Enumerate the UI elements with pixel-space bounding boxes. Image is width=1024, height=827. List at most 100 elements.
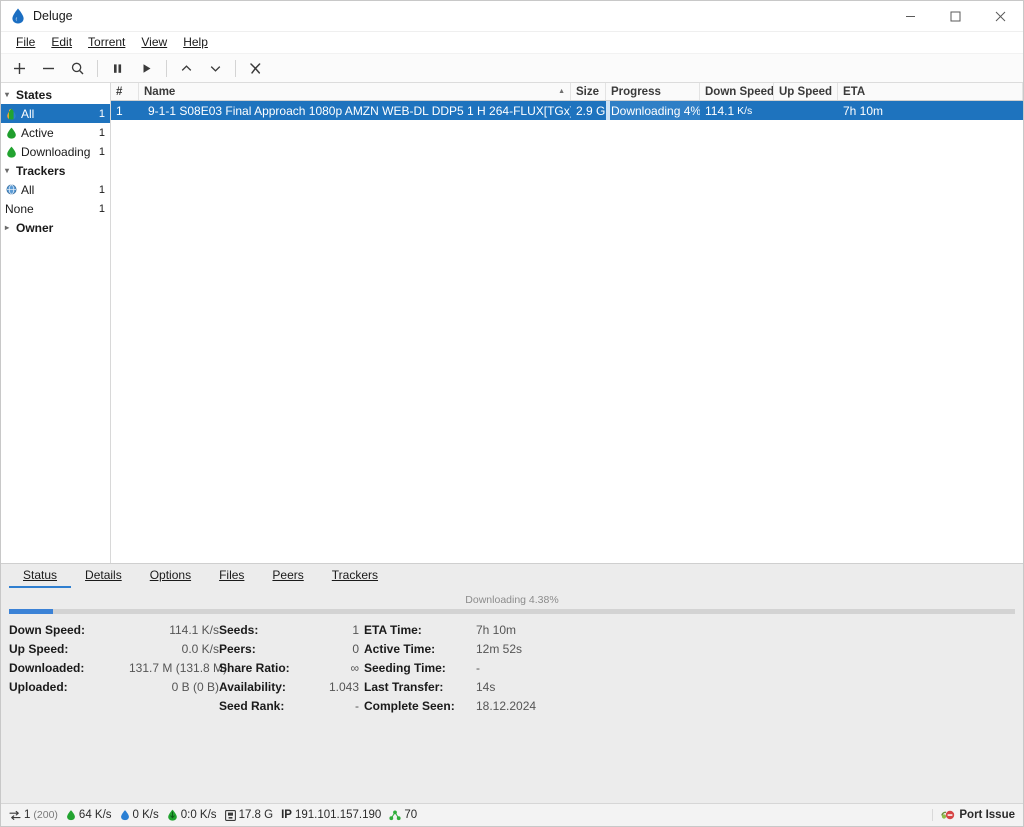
menu-view[interactable]: View [133,33,175,52]
active-droplet-icon [5,126,18,139]
details-progress: Downloading 4.38% [9,594,1015,616]
tab-trackers[interactable]: Trackers [318,565,392,588]
sidebar-item-tracker-none[interactable]: None 1 [1,199,110,218]
status-protocol-traffic[interactable]: 0:0 K/s [165,809,223,821]
value-eta-time: 7h 10m [476,623,517,637]
value-share-ratio: ∞ [350,661,359,675]
status-upload-speed-value: 0 K/s [132,809,159,821]
torrent-list-empty-area[interactable] [111,120,1023,563]
status-free-space-value: 17.8 G [238,809,274,821]
sidebar-group-states[interactable]: ▾ States [1,85,110,104]
protocol-icon [167,809,178,821]
deluge-window: Deluge File Edit Torrent View Help ▾ Sta… [0,0,1024,827]
resume-button[interactable] [132,56,161,81]
status-external-ip-value: 191.101.157.190 [294,809,382,821]
progress-bar-label: Downloading 4% [611,103,700,118]
pause-button[interactable] [103,56,132,81]
column-header-progress[interactable]: Progress [606,83,700,100]
value-availability: 1.043 [328,680,359,694]
menu-help[interactable]: Help [175,33,216,52]
title-bar-left: Deluge [1,8,888,24]
value-seeding-time: - [476,661,480,675]
column-header-num[interactable]: # [111,83,139,100]
torrent-list-header: # Name ▲ Size Progress Down Speed Up Spe… [111,83,1023,101]
torrent-row-eta: 7h 10m [843,103,884,118]
status-connections-max: (200) [33,809,58,821]
search-button[interactable] [63,56,92,81]
status-port-issue[interactable]: Port Issue [932,809,1017,821]
sidebar-group-trackers[interactable]: ▾ Trackers [1,161,110,180]
label-seeds: Seeds: [219,623,259,637]
transfer-column: Down Speed: 114.1 K/s Up Speed: 0.0 K/s … [9,623,227,718]
torrent-row-down-speed: 114.1 K/s [700,101,774,120]
label-uploaded: Uploaded: [9,680,68,694]
status-dht-nodes-value: 70 [404,809,418,821]
globe-icon [5,183,18,196]
deluge-droplet-icon [12,8,24,24]
sidebar-item-tracker-all-count: 1 [98,183,105,196]
expander-states-icon: ▾ [5,89,10,99]
value-last-transfer: 14s [476,680,496,694]
status-external-ip[interactable]: IP 191.101.157.190 [279,809,387,821]
menu-file[interactable]: File [8,33,43,52]
row-last-transfer: Last Transfer: 14s [364,680,552,699]
time-column: ETA Time: 7h 10m Active Time: 12m 52s Se… [364,623,552,718]
torrent-row-progress: Downloading 4% [606,101,700,120]
remove-torrent-button[interactable] [34,56,63,81]
status-tab-content: Downloading 4.38% Down Speed: 114.1 K/s … [1,588,1023,803]
table-row[interactable]: 1 9-1-1 S08E03 Final Approach 1080p AMZN… [111,101,1023,120]
torrent-row-size: 2.9 G [576,103,606,118]
menu-help-label: Help [183,35,208,49]
sidebar-group-owner-label: Owner [16,220,54,235]
column-header-size[interactable]: Size [571,83,606,100]
disk-icon [224,809,236,821]
preferences-button[interactable] [241,56,270,81]
menu-torrent[interactable]: Torrent [80,33,133,52]
status-dht-nodes[interactable]: 70 [387,809,423,821]
torrent-row-up-speed [774,101,838,120]
expander-trackers-icon: ▾ [5,165,10,175]
row-active-time: Active Time: 12m 52s [364,642,552,661]
tab-status[interactable]: Status [9,565,72,588]
queue-up-button[interactable] [172,56,201,81]
row-seeding-time: Seeding Time: - [364,661,552,680]
label-down-speed: Down Speed: [9,623,86,637]
tab-options-label: Options [149,568,192,582]
queue-down-button[interactable] [201,56,230,81]
value-down-speed: 114.1 K/s [169,623,219,637]
sidebar-item-state-downloading[interactable]: Downloading 1 [1,142,110,161]
sidebar-item-tracker-all[interactable]: All 1 [1,180,110,199]
tab-options[interactable]: Options [136,565,205,588]
tab-files[interactable]: Files [205,565,258,588]
value-uploaded: 0 B (0 B) [171,680,219,694]
column-header-name-label: Name [144,85,176,98]
tab-peers[interactable]: Peers [258,565,317,588]
sidebar-item-state-all[interactable]: All 1 [1,104,110,123]
sidebar-group-owner[interactable]: ▸ Owner [1,218,110,237]
close-button[interactable] [978,1,1023,32]
status-free-space[interactable]: 17.8 G [223,809,280,821]
sidebar-item-state-downloading-count: 1 [98,145,105,158]
minimize-button[interactable] [888,1,933,32]
column-header-down-speed[interactable]: Down Speed [700,83,774,100]
main-split: ▾ States All 1 Active 1 Downloading 1 ▾ … [1,83,1023,563]
sidebar-item-state-active[interactable]: Active 1 [1,123,110,142]
column-header-eta[interactable]: ETA [838,83,1023,100]
status-download-speed[interactable]: 64 K/s [64,809,118,821]
row-seed-rank: Seed Rank: - [219,699,359,718]
column-header-name[interactable]: Name ▲ [139,83,571,100]
menu-edit[interactable]: Edit [43,33,80,52]
maximize-button[interactable] [933,1,978,32]
search-icon [71,62,84,74]
status-connections-value: 1 [24,809,31,821]
label-downloaded: Downloaded: [9,661,85,675]
up-droplet-icon [120,809,130,821]
status-upload-speed[interactable]: 0 K/s [118,809,165,821]
connections-icon [9,810,21,821]
status-connections[interactable]: 1 (200) [7,809,64,821]
add-torrent-button[interactable] [5,56,34,81]
tab-details[interactable]: Details [71,565,136,588]
column-header-up-speed[interactable]: Up Speed [774,83,838,100]
value-active-time: 12m 52s [476,642,523,656]
sidebar-item-state-active-label: Active [21,125,54,140]
